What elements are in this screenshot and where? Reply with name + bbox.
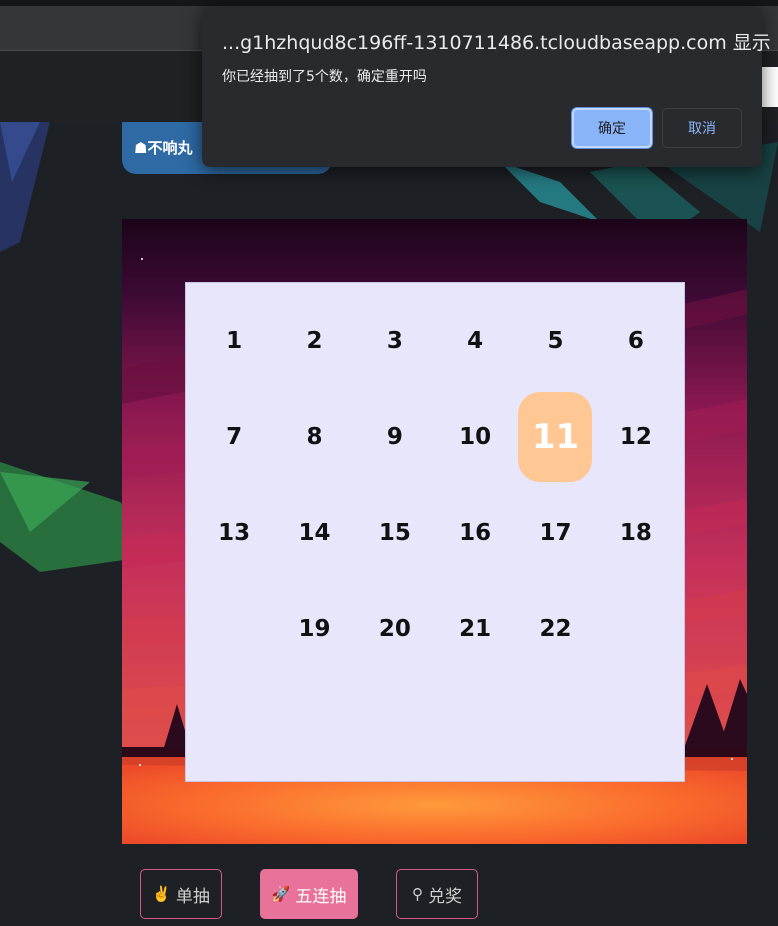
board-cell: 4 [435, 293, 515, 389]
board-cell-number: 1 [226, 328, 243, 354]
number-grid: 1 2 3 4 5 6 7 8 9 10 11 12 13 14 15 16 17 18 19 20 21 22 [186, 283, 684, 781]
board-cell-number: 22 [539, 616, 572, 642]
board-cell: 8 [274, 389, 354, 485]
single-draw-button[interactable]: ✌ 单抽 [140, 869, 222, 919]
banner-label: 不响丸 [147, 139, 193, 157]
board-cell: 20 [355, 581, 435, 677]
board-cell-number: 21 [459, 616, 492, 642]
board-cell: 17 [515, 485, 595, 581]
board-cell: 18 [596, 485, 676, 581]
board-cell: 2 [274, 293, 354, 389]
board-cell-number: 3 [386, 328, 403, 354]
board-cell: 1 [194, 293, 274, 389]
board-cell-number: 4 [467, 328, 484, 354]
board-cell-number: 16 [459, 520, 492, 546]
board-cell-number: 9 [386, 424, 403, 450]
board-cell: 22 [515, 581, 595, 677]
hand-peace-icon: ✌ [152, 886, 171, 903]
board-cell: 14 [274, 485, 354, 581]
dialog-cancel-button[interactable]: 取消 [662, 108, 742, 148]
dialog-origin-title: ...g1hzhqud8c196ff-1310711486.tcloudbase… [222, 32, 771, 54]
board-cell: 3 [355, 293, 435, 389]
five-draw-label: 五连抽 [295, 886, 347, 906]
board-cell: 7 [194, 389, 274, 485]
board-cell-number: 10 [459, 424, 492, 450]
rocket-icon: 🚀 [271, 886, 291, 903]
redeem-label: 兑奖 [428, 886, 462, 906]
board-cell: 21 [435, 581, 515, 677]
board-cell-number: 14 [298, 520, 331, 546]
board-cell-number: 8 [306, 424, 323, 450]
board-cell-number: 6 [627, 328, 644, 354]
number-board: 1 2 3 4 5 6 7 8 9 10 11 12 13 14 15 16 17 18 19 20 21 22 [185, 282, 685, 782]
board-cell-number: 11 [518, 392, 593, 482]
board-cell: 13 [194, 485, 274, 581]
single-draw-label: 单抽 [175, 886, 210, 906]
dialog-ok-button[interactable]: 确定 [572, 108, 652, 148]
board-cell-number: 13 [218, 520, 251, 546]
board-cell-empty [194, 581, 274, 677]
board-cell-empty [596, 581, 676, 677]
board-cell: 9 [355, 389, 435, 485]
board-cell-number: 18 [619, 520, 652, 546]
board-cell-number [599, 584, 673, 674]
board-cell: 15 [355, 485, 435, 581]
board-cell-number: 5 [547, 328, 564, 354]
board-cell-number: 15 [378, 520, 411, 546]
board-cell-number: 7 [226, 424, 243, 450]
board-cell-number: 17 [539, 520, 572, 546]
board-cell: 5 [515, 293, 595, 389]
board-cell: 19 [274, 581, 354, 677]
board-cell-number [197, 584, 271, 674]
board-cell-number: 12 [619, 424, 652, 450]
board-cell: 12 [596, 389, 676, 485]
five-draw-button[interactable]: 🚀 五连抽 [260, 869, 358, 919]
board-cell: 10 [435, 389, 515, 485]
board-cell: 11 [515, 389, 595, 485]
search-icon: ⚲ [412, 886, 423, 903]
board-cell: 6 [596, 293, 676, 389]
board-cell-number: 2 [306, 328, 323, 354]
confirm-dialog: ...g1hzhqud8c196ff-1310711486.tcloudbase… [202, 6, 771, 167]
ghost-icon: ☗ [134, 139, 148, 157]
board-cell-number: 20 [378, 616, 411, 642]
board-cell-number: 19 [298, 616, 331, 642]
board-cell: 16 [435, 485, 515, 581]
dialog-message: 你已经抽到了5个数，确定重开吗 [222, 69, 427, 85]
redeem-button[interactable]: ⚲ 兑奖 [396, 869, 478, 919]
